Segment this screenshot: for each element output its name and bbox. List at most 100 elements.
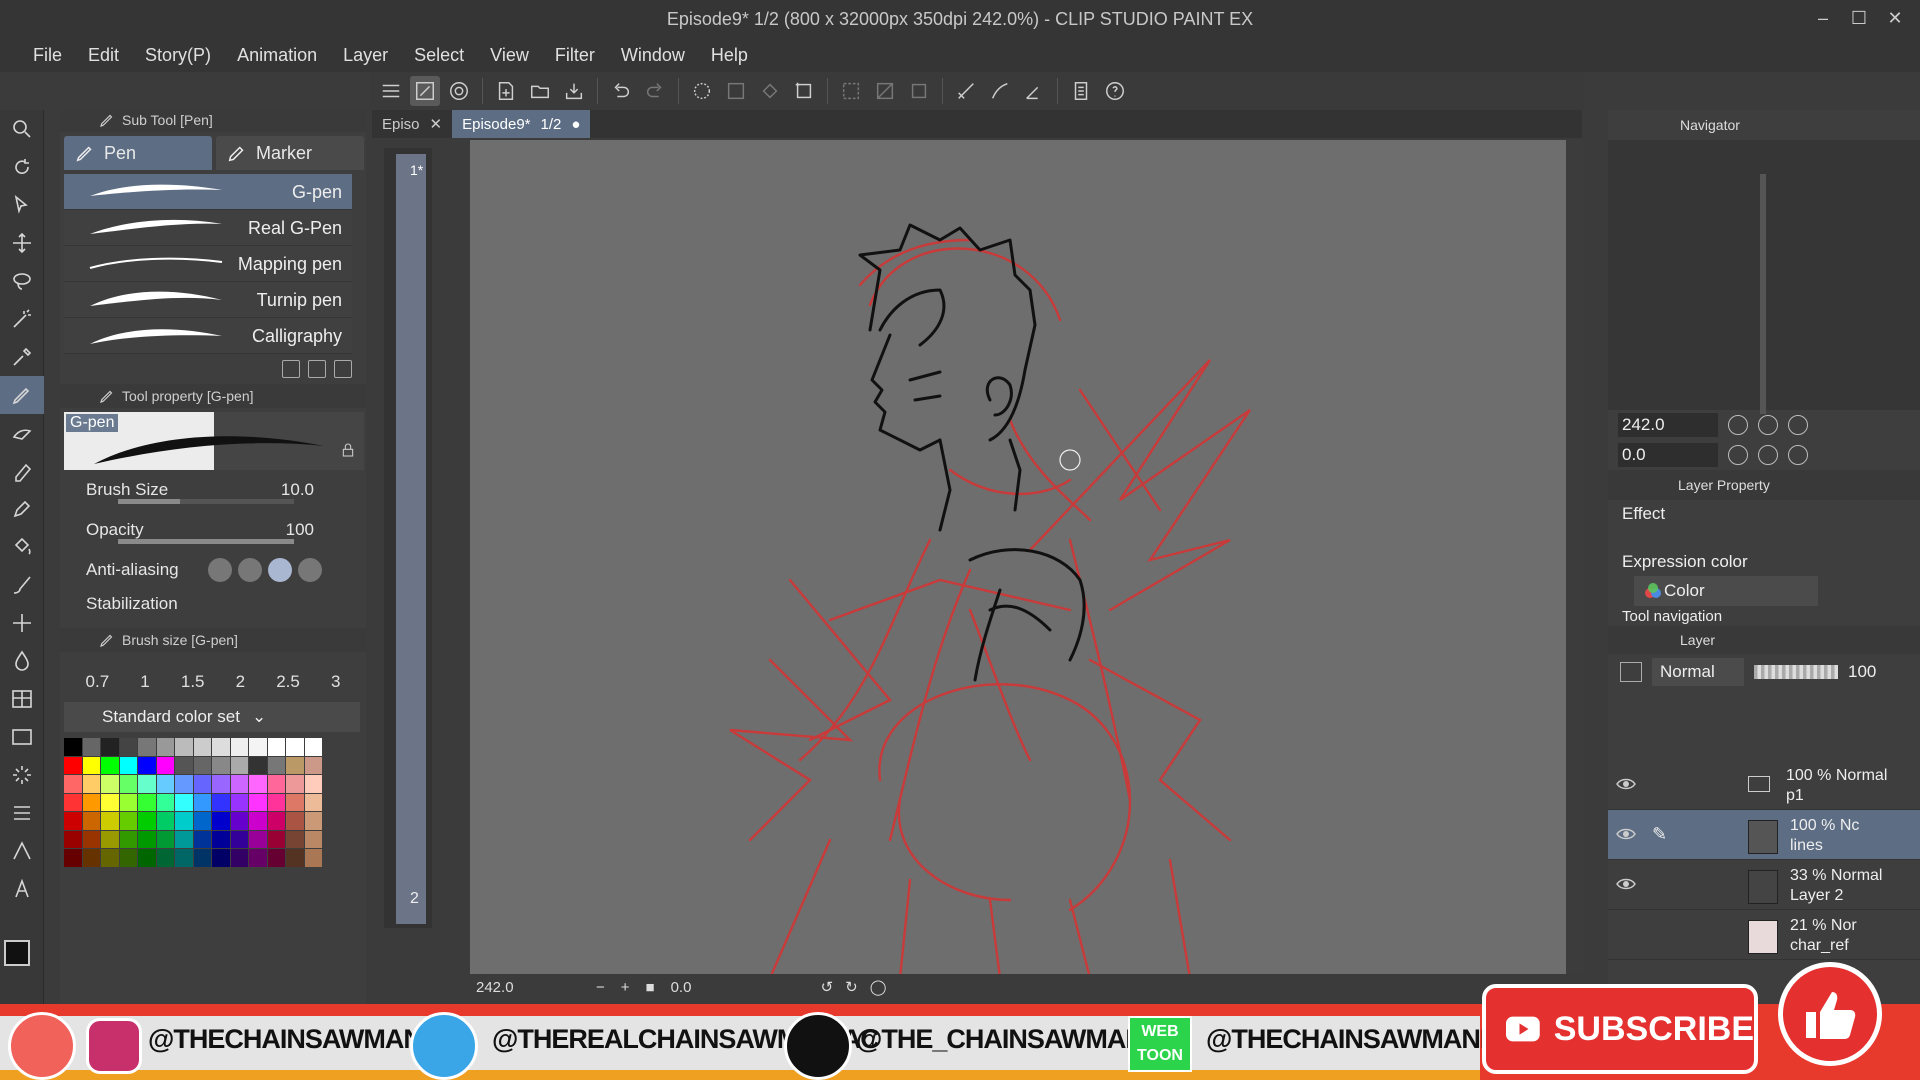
stop-icon[interactable]: ■ (646, 979, 655, 996)
close-icon[interactable]: ✕ (1880, 4, 1910, 32)
color-swatch[interactable] (101, 756, 119, 774)
download-icon[interactable] (282, 360, 300, 378)
color-swatch[interactable] (64, 738, 82, 756)
color-swatch[interactable] (286, 812, 304, 830)
blend-mode-dropdown[interactable]: Normal (1652, 658, 1744, 686)
snap-special-ruler-icon[interactable] (985, 76, 1015, 106)
rotate-left-icon[interactable] (1728, 445, 1748, 465)
color-swatch[interactable] (175, 812, 193, 830)
layer-color-icon[interactable] (1620, 662, 1642, 682)
help-icon[interactable] (1100, 76, 1130, 106)
brush-size-row[interactable]: Brush Size 10.0 (60, 470, 366, 510)
color-swatch[interactable] (267, 830, 285, 848)
color-swatch[interactable] (82, 738, 100, 756)
color-swatch[interactable] (230, 830, 248, 848)
color-swatch[interactable] (138, 849, 156, 867)
fill-tool-icon[interactable] (0, 528, 44, 566)
antialias-strong[interactable] (298, 558, 322, 582)
gradient-icon[interactable] (0, 718, 44, 756)
color-swatch[interactable] (138, 830, 156, 848)
rotation-value[interactable]: 0.0 (671, 979, 731, 996)
layer-char-ref[interactable]: 21 % Nor char_ref (1608, 910, 1920, 960)
color-swatch[interactable] (82, 830, 100, 848)
undo-icon[interactable] (606, 76, 636, 106)
tablet-icon[interactable] (1066, 76, 1096, 106)
brush-tool-icon[interactable] (0, 566, 44, 604)
menu-story[interactable]: Story(P) (132, 45, 224, 66)
speech-line-icon[interactable] (0, 832, 44, 870)
frame-tool-icon[interactable] (0, 680, 44, 718)
color-swatch[interactable] (212, 738, 230, 756)
menu-file[interactable]: File (20, 45, 75, 66)
color-swatch[interactable] (156, 756, 174, 774)
color-swatch[interactable] (175, 849, 193, 867)
color-swatch[interactable] (286, 849, 304, 867)
color-swatch[interactable] (304, 756, 322, 774)
expression-color-dropdown[interactable]: Color (1634, 576, 1818, 606)
color-swatch[interactable] (156, 738, 174, 756)
rotate-left-icon[interactable]: ↺ (821, 978, 834, 996)
menu-window[interactable]: Window (608, 45, 698, 66)
brush-size-value[interactable]: 10.0 (281, 480, 314, 500)
main-color[interactable] (4, 940, 30, 966)
menu-animation[interactable]: Animation (224, 45, 330, 66)
color-swatch[interactable] (175, 738, 193, 756)
clear-outside-icon[interactable] (721, 76, 751, 106)
trash-icon[interactable] (334, 360, 352, 378)
color-swatch[interactable] (212, 756, 230, 774)
color-swatch[interactable] (212, 793, 230, 811)
color-swatch[interactable] (119, 849, 137, 867)
transform-icon[interactable] (789, 76, 819, 106)
zoom-out-icon[interactable]: − (596, 979, 605, 996)
color-swatch[interactable] (304, 775, 322, 793)
color-swatch[interactable] (267, 738, 285, 756)
size-preset[interactable]: 3 (331, 672, 340, 692)
menu-select[interactable]: Select (401, 45, 477, 66)
color-swatch[interactable] (193, 775, 211, 793)
pen-mode-icon[interactable] (410, 76, 440, 106)
eye-icon[interactable] (1616, 876, 1636, 892)
size-preset[interactable]: 2 (236, 672, 245, 692)
color-swatch[interactable] (286, 830, 304, 848)
menu-edit[interactable]: Edit (75, 45, 132, 66)
color-swatch[interactable] (230, 812, 248, 830)
color-swatch[interactable] (156, 775, 174, 793)
zoom-out-icon[interactable] (1728, 415, 1748, 435)
color-swatch[interactable] (267, 775, 285, 793)
layer-opacity-slider[interactable] (1754, 665, 1838, 679)
color-set-dropdown[interactable]: Standard color set ⌄ (64, 702, 360, 732)
maximize-icon[interactable]: ☐ (1844, 4, 1874, 32)
zoom-in-icon[interactable]: + (621, 979, 630, 996)
tab-pen[interactable]: Pen (64, 136, 212, 170)
brush-size-slider[interactable] (118, 499, 294, 504)
color-swatch[interactable] (156, 830, 174, 848)
color-swatch[interactable] (304, 830, 322, 848)
color-swatch[interactable] (212, 775, 230, 793)
color-swatch[interactable] (249, 812, 267, 830)
tab-marker[interactable]: Marker (216, 136, 364, 170)
color-swatch[interactable] (230, 738, 248, 756)
color-swatch[interactable] (82, 849, 100, 867)
navigator-rotation[interactable]: 0.0 (1618, 443, 1718, 467)
color-swatch[interactable] (304, 738, 322, 756)
lasso-tool-icon[interactable] (0, 262, 44, 300)
color-swatch[interactable] (119, 830, 137, 848)
object-tool-icon[interactable] (0, 186, 44, 224)
size-preset[interactable]: 1 (140, 672, 149, 692)
color-swatch[interactable] (138, 793, 156, 811)
color-swatch[interactable] (286, 756, 304, 774)
color-swatch[interactable] (193, 738, 211, 756)
brush-g-pen[interactable]: G-pen (64, 174, 352, 210)
snap-grid-icon[interactable] (1019, 76, 1049, 106)
page-thumbnail[interactable] (396, 154, 426, 924)
move-tool-icon[interactable] (0, 224, 44, 262)
size-preset[interactable]: 0.7 (86, 672, 110, 692)
reset-rotation-icon[interactable]: ◯ (870, 978, 887, 996)
menu-layer[interactable]: Layer (330, 45, 401, 66)
color-swatch[interactable] (64, 793, 82, 811)
navigator-view[interactable] (1608, 140, 1920, 414)
color-swatch[interactable] (64, 812, 82, 830)
minimize-icon[interactable]: – (1808, 4, 1838, 32)
color-palette[interactable] (64, 738, 322, 867)
color-swatch[interactable] (64, 756, 82, 774)
